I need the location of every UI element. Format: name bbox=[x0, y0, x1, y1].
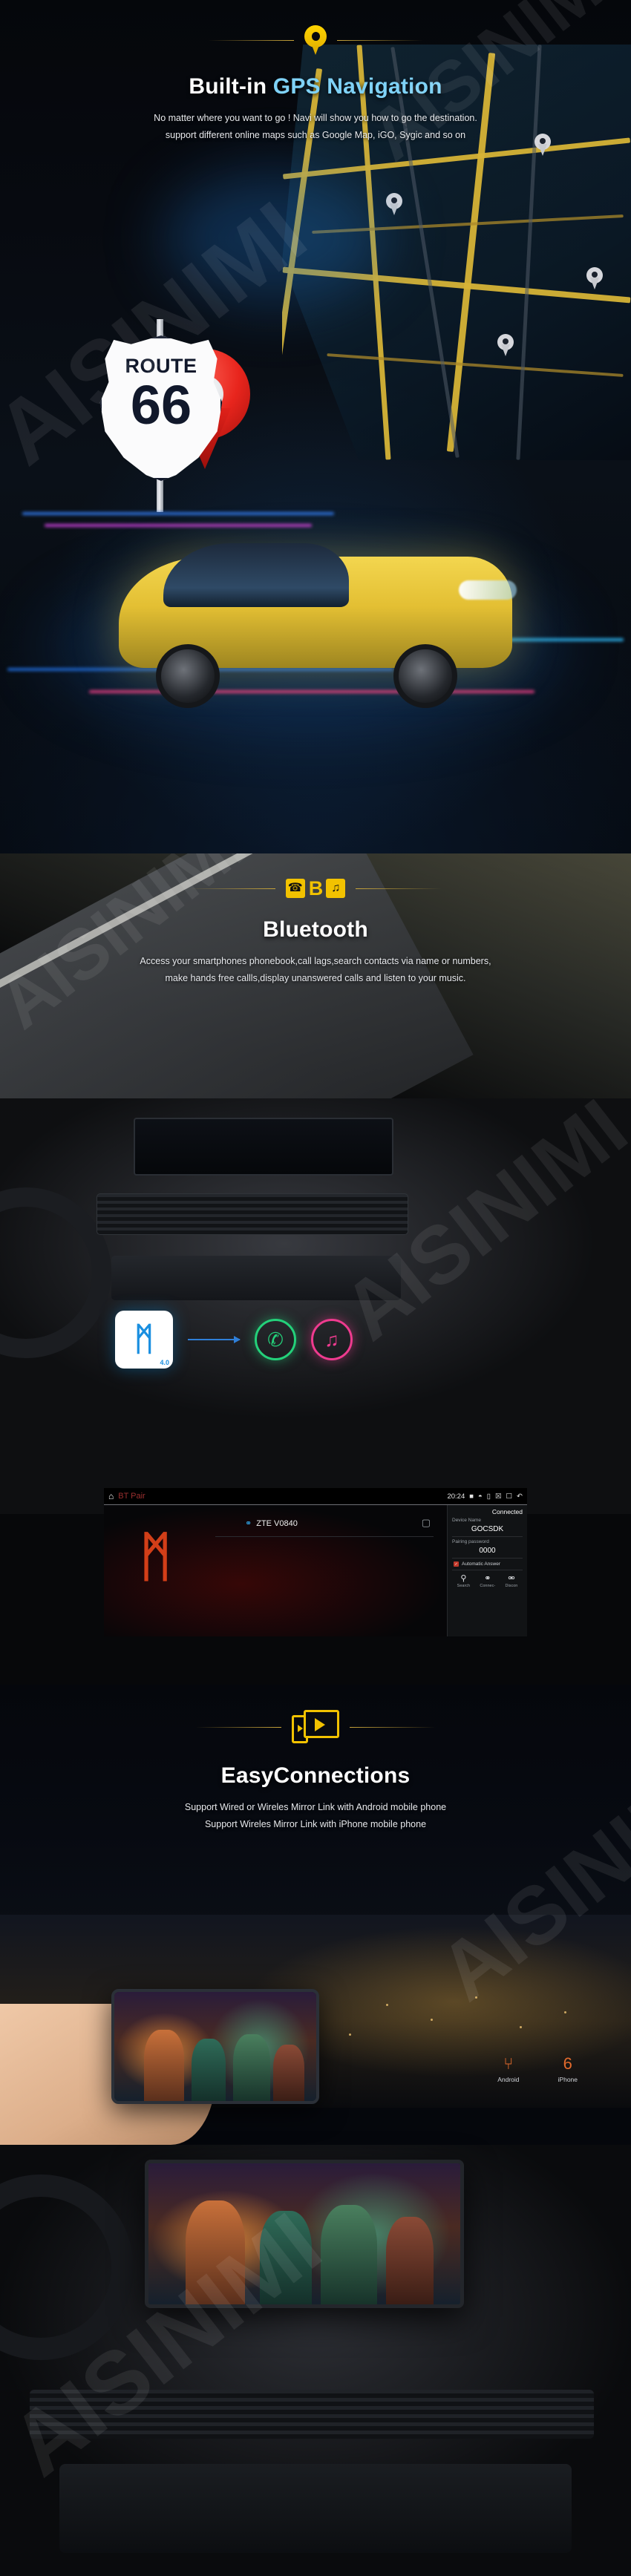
checkbox-checked-icon: ✓ bbox=[454, 1561, 459, 1567]
pairing-password-label: Pairing password bbox=[452, 1539, 523, 1544]
iphone-connection: ὏6 iPhone bbox=[558, 2056, 578, 2085]
page-title-gps: Built-in GPS Navigation bbox=[0, 74, 631, 99]
music-icon: ♫ bbox=[311, 1319, 353, 1360]
divider-left bbox=[208, 40, 294, 41]
bt-pair-screen[interactable]: ⌂ BT Pair 20:24 ■ ◓ ▯ ☒ ☐ ↶ ᛗ ⚭ ZTE V084… bbox=[104, 1488, 527, 1636]
head-unit-display[interactable] bbox=[145, 2160, 464, 2308]
easyconnections-subtitle: Support Wired or Wireles Mirror Link wit… bbox=[0, 1799, 631, 1833]
location-pin-icon bbox=[304, 25, 327, 55]
bt-action-buttons: ⚲ Search ⚭ Connec- ⚮ Discon bbox=[452, 1570, 523, 1588]
divider-left bbox=[189, 888, 275, 889]
mirror-link-icon bbox=[292, 1710, 339, 1744]
bluetooth-section-header: ☎ B ♫ bbox=[0, 853, 631, 898]
section-easyconnections: EasyConnections Support Wired or Wireles… bbox=[0, 1685, 631, 2576]
disconnect-button[interactable]: ⚮ Discon bbox=[506, 1574, 518, 1588]
section-bluetooth: ☎ B ♫ Bluetooth Access your smartphones … bbox=[0, 853, 631, 1685]
disconnect-icon: ⚮ bbox=[506, 1574, 518, 1583]
wifi-icon: ◓ bbox=[478, 1492, 483, 1501]
gps-title-accent: GPS Navigation bbox=[273, 74, 442, 99]
gps-subtitle: No matter where you want to go ! Navi wi… bbox=[0, 110, 631, 144]
list-divider bbox=[215, 1536, 434, 1537]
bluetooth-subtitle-line2: make hands free callls,display unanswere… bbox=[0, 970, 631, 987]
close-box-icon[interactable]: ☒ bbox=[495, 1492, 502, 1501]
gps-section-header bbox=[0, 0, 631, 55]
delete-icon[interactable]: ▢ bbox=[422, 1517, 431, 1529]
back-icon[interactable]: ↶ bbox=[517, 1492, 523, 1501]
music-note-icon: ♫ bbox=[326, 879, 345, 898]
easyconnections-section-header bbox=[0, 1685, 631, 1744]
phone-screen-content bbox=[114, 1992, 316, 2101]
call-icon: ✆ bbox=[255, 1319, 296, 1360]
bluetooth-subtitle: Access your smartphones phonebook,call l… bbox=[0, 953, 631, 987]
automatic-answer-label: Automatic Answer bbox=[462, 1561, 500, 1567]
bt-connection-status: Connected bbox=[452, 1508, 523, 1515]
window-icon[interactable]: ☐ bbox=[506, 1492, 513, 1501]
statusbar-clock: 20:24 bbox=[447, 1492, 465, 1501]
pairing-password-value[interactable]: 0000 bbox=[452, 1544, 523, 1559]
connect-button[interactable]: ⚭ Connec- bbox=[480, 1574, 495, 1588]
iphone-label: iPhone bbox=[558, 2076, 578, 2083]
bt-device-list: ᛗ ⚭ ZTE V0840 ▢ bbox=[104, 1505, 447, 1636]
head-unit-screen-content bbox=[148, 2163, 460, 2304]
section-gps-navigation: Built-in GPS Navigation No matter where … bbox=[0, 0, 631, 853]
device-name-value[interactable]: GOCSDK bbox=[452, 1523, 523, 1537]
bt-device-name: ZTE V0840 bbox=[256, 1519, 298, 1528]
page-title-easyconnections: EasyConnections bbox=[0, 1763, 631, 1789]
bt-screen-title: BT Pair bbox=[118, 1492, 145, 1501]
divider-right bbox=[350, 1727, 436, 1728]
search-button[interactable]: ⚲ Search bbox=[457, 1574, 470, 1588]
divider-right bbox=[337, 40, 423, 41]
bluetooth-icon: B bbox=[309, 879, 323, 898]
bluetooth-badge-icon: ᛗ 4.0 bbox=[115, 1311, 173, 1369]
bluetooth-version-label: 4.0 bbox=[160, 1359, 169, 1366]
connect-icon: ⚭ bbox=[480, 1574, 495, 1583]
bt-device-row[interactable]: ⚭ ZTE V0840 bbox=[245, 1518, 298, 1528]
search-icon: ⚲ bbox=[457, 1574, 470, 1583]
page-title-bluetooth: Bluetooth bbox=[0, 917, 631, 943]
gps-title-prefix: Built-in bbox=[189, 74, 272, 99]
wifi-icon: ὏6 bbox=[558, 2056, 578, 2072]
phone-mockup bbox=[111, 1989, 319, 2104]
bt-screen-statusbar: ⌂ BT Pair 20:24 ■ ◓ ▯ ☒ ☐ ↶ bbox=[104, 1488, 527, 1504]
easyconnections-subtitle-line1: Support Wired or Wireles Mirror Link wit… bbox=[0, 1799, 631, 1816]
phone-icon: ☎ bbox=[286, 879, 305, 898]
connection-type-icons: ⑂ Android ὏6 iPhone bbox=[497, 2056, 578, 2085]
disconnect-button-label: Discon bbox=[506, 1584, 518, 1588]
product-page: Built-in GPS Navigation No matter where … bbox=[0, 0, 631, 2576]
search-button-label: Search bbox=[457, 1584, 470, 1588]
car-illustration bbox=[104, 520, 527, 712]
route-66-sign: ROUTE 66 bbox=[85, 319, 241, 512]
android-label: Android bbox=[497, 2076, 519, 2083]
usb-icon: ⑂ bbox=[497, 2056, 519, 2072]
bluetooth-subtitle-line1: Access your smartphones phonebook,call l… bbox=[0, 953, 631, 970]
sign-route-number: 66 bbox=[131, 379, 192, 431]
android-connection: ⑂ Android bbox=[497, 2056, 519, 2085]
divider-right bbox=[356, 888, 442, 889]
bluetooth-glyph: ᛗ bbox=[134, 1323, 154, 1356]
gps-subtitle-line1: No matter where you want to go ! Navi wi… bbox=[0, 110, 631, 127]
link-icon: ⚭ bbox=[245, 1518, 252, 1528]
bluetooth-flow-diagram: ᛗ 4.0 ✆ ♫ bbox=[115, 1299, 412, 1380]
flow-arrow bbox=[188, 1339, 240, 1340]
divider-left bbox=[195, 1727, 281, 1728]
battery-icon: ■ bbox=[469, 1492, 474, 1501]
home-icon[interactable]: ⌂ bbox=[108, 1492, 114, 1501]
device-name-label: Device Name bbox=[452, 1518, 523, 1523]
bt-settings-panel: Connected Device Name GOCSDK Pairing pas… bbox=[447, 1505, 527, 1636]
connect-button-label: Connec- bbox=[480, 1584, 495, 1588]
gps-subtitle-line2: support different online maps such as Go… bbox=[0, 127, 631, 144]
bluetooth-watermark-icon: ᛗ bbox=[140, 1530, 171, 1584]
phone-icon: ▯ bbox=[487, 1492, 491, 1501]
easyconnections-subtitle-line2: Support Wireles Mirror Link with iPhone … bbox=[0, 1816, 631, 1833]
automatic-answer-checkbox[interactable]: ✓ Automatic Answer bbox=[452, 1559, 523, 1570]
